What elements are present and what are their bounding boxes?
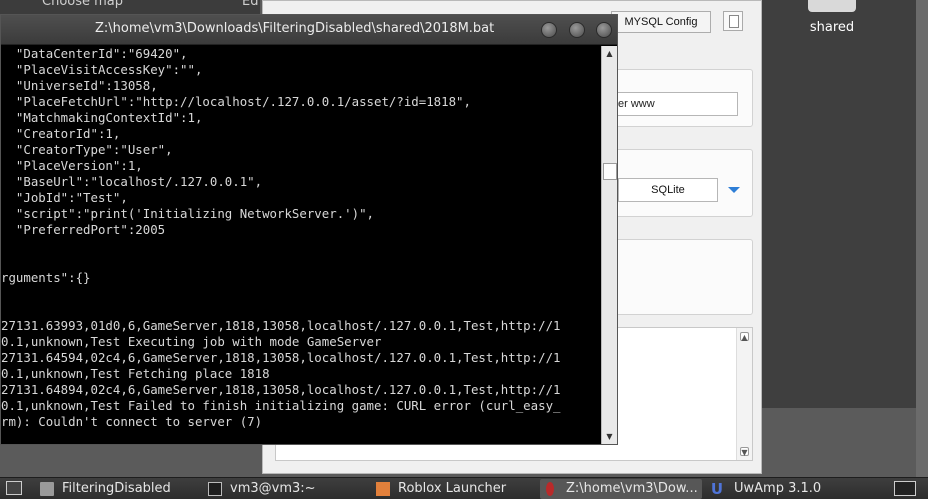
console-output[interactable]: "DataCenterId":"69420", "PlaceVisitAcces…: [1, 46, 601, 444]
console-window: Z:\home\vm3\Downloads\FilteringDisabled\…: [0, 14, 618, 445]
taskbar-item-label: UwAmp 3.1.0: [734, 481, 822, 496]
desktop-icon-shared[interactable]: shared: [792, 0, 872, 60]
server-group: er www: [613, 69, 753, 127]
menu-choose-map[interactable]: Choose map: [42, 0, 123, 9]
folder-icon: [808, 0, 856, 12]
taskbar-item-roblox-launcher[interactable]: Roblox Launcher: [374, 479, 534, 499]
taskbar: FilteringDisabled vm3@vm3:~ Roblox Launc…: [0, 477, 928, 499]
taskbar-item-label: vm3@vm3:~: [230, 481, 316, 496]
background-panel: [760, 0, 916, 408]
taskbar-item-filteringdisabled[interactable]: FilteringDisabled: [38, 479, 198, 499]
scroll-up-icon[interactable]: ▲: [740, 332, 749, 342]
taskbar-item-terminal[interactable]: vm3@vm3:~: [206, 479, 366, 499]
scroll-up-icon[interactable]: ▲: [604, 48, 615, 59]
taskbar-item-console[interactable]: Z:\home\vm3\Dow...: [540, 479, 702, 499]
background-window-menubar: Choose map Ed: [0, 0, 260, 14]
chevron-down-icon[interactable]: [728, 187, 740, 193]
database-group: SQLite: [613, 149, 753, 217]
taskbar-item-uwamp[interactable]: U UwAmp 3.1.0: [708, 479, 868, 499]
console-scrollbar[interactable]: ▲ ▼: [601, 46, 617, 444]
console-title: Z:\home\vm3\Downloads\FilteringDisabled\…: [95, 21, 495, 36]
minimize-icon[interactable]: [541, 22, 557, 38]
console-text: "DataCenterId":"69420", "PlaceVisitAcces…: [1, 46, 561, 429]
desktop-edge: [916, 0, 928, 477]
document-icon[interactable]: [723, 11, 743, 31]
taskbar-item-label: FilteringDisabled: [62, 481, 171, 496]
server-field[interactable]: er www: [614, 92, 738, 116]
show-desktop-icon[interactable]: [6, 481, 22, 495]
roblox-icon: [376, 482, 390, 496]
scroll-down-icon[interactable]: ▼: [740, 447, 749, 457]
terminal-icon: [208, 482, 222, 496]
log-scrollbar[interactable]: ▲ ▼: [736, 328, 752, 460]
desktop-icon-label: shared: [809, 20, 855, 35]
monitor-icon[interactable]: [894, 481, 916, 496]
mysql-config-button[interactable]: MYSQL Config: [611, 11, 711, 33]
taskbar-item-label: Z:\home\vm3\Dow...: [566, 481, 698, 496]
bat-icon: [546, 482, 554, 496]
close-icon[interactable]: [596, 22, 612, 38]
scroll-down-icon[interactable]: ▼: [604, 431, 615, 442]
taskbar-item-label: Roblox Launcher: [398, 481, 507, 496]
maximize-icon[interactable]: [569, 22, 585, 38]
info-group: [613, 239, 753, 315]
database-select[interactable]: SQLite: [618, 178, 718, 202]
uwamp-icon: U: [710, 480, 724, 498]
console-titlebar[interactable]: Z:\home\vm3\Downloads\FilteringDisabled\…: [1, 15, 617, 45]
menu-edit[interactable]: Ed: [242, 0, 258, 9]
scroll-thumb[interactable]: [603, 163, 617, 180]
folder-icon: [40, 482, 54, 496]
